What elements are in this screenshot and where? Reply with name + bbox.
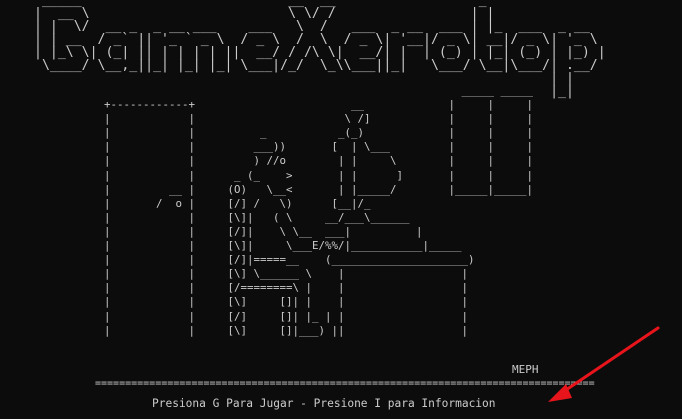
scene-ascii-art: _____ _____ +------------+ __ | | | | | … (104, 84, 534, 337)
console-window: _____ __ __ _ | __ \ \ \/ / | | | | \/ _… (0, 0, 682, 419)
divider-line: ========================================… (95, 378, 595, 389)
author-credit: MEPH (512, 363, 539, 376)
start-prompt-text: Presiona G Para Jugar - Presione I para … (152, 397, 496, 410)
